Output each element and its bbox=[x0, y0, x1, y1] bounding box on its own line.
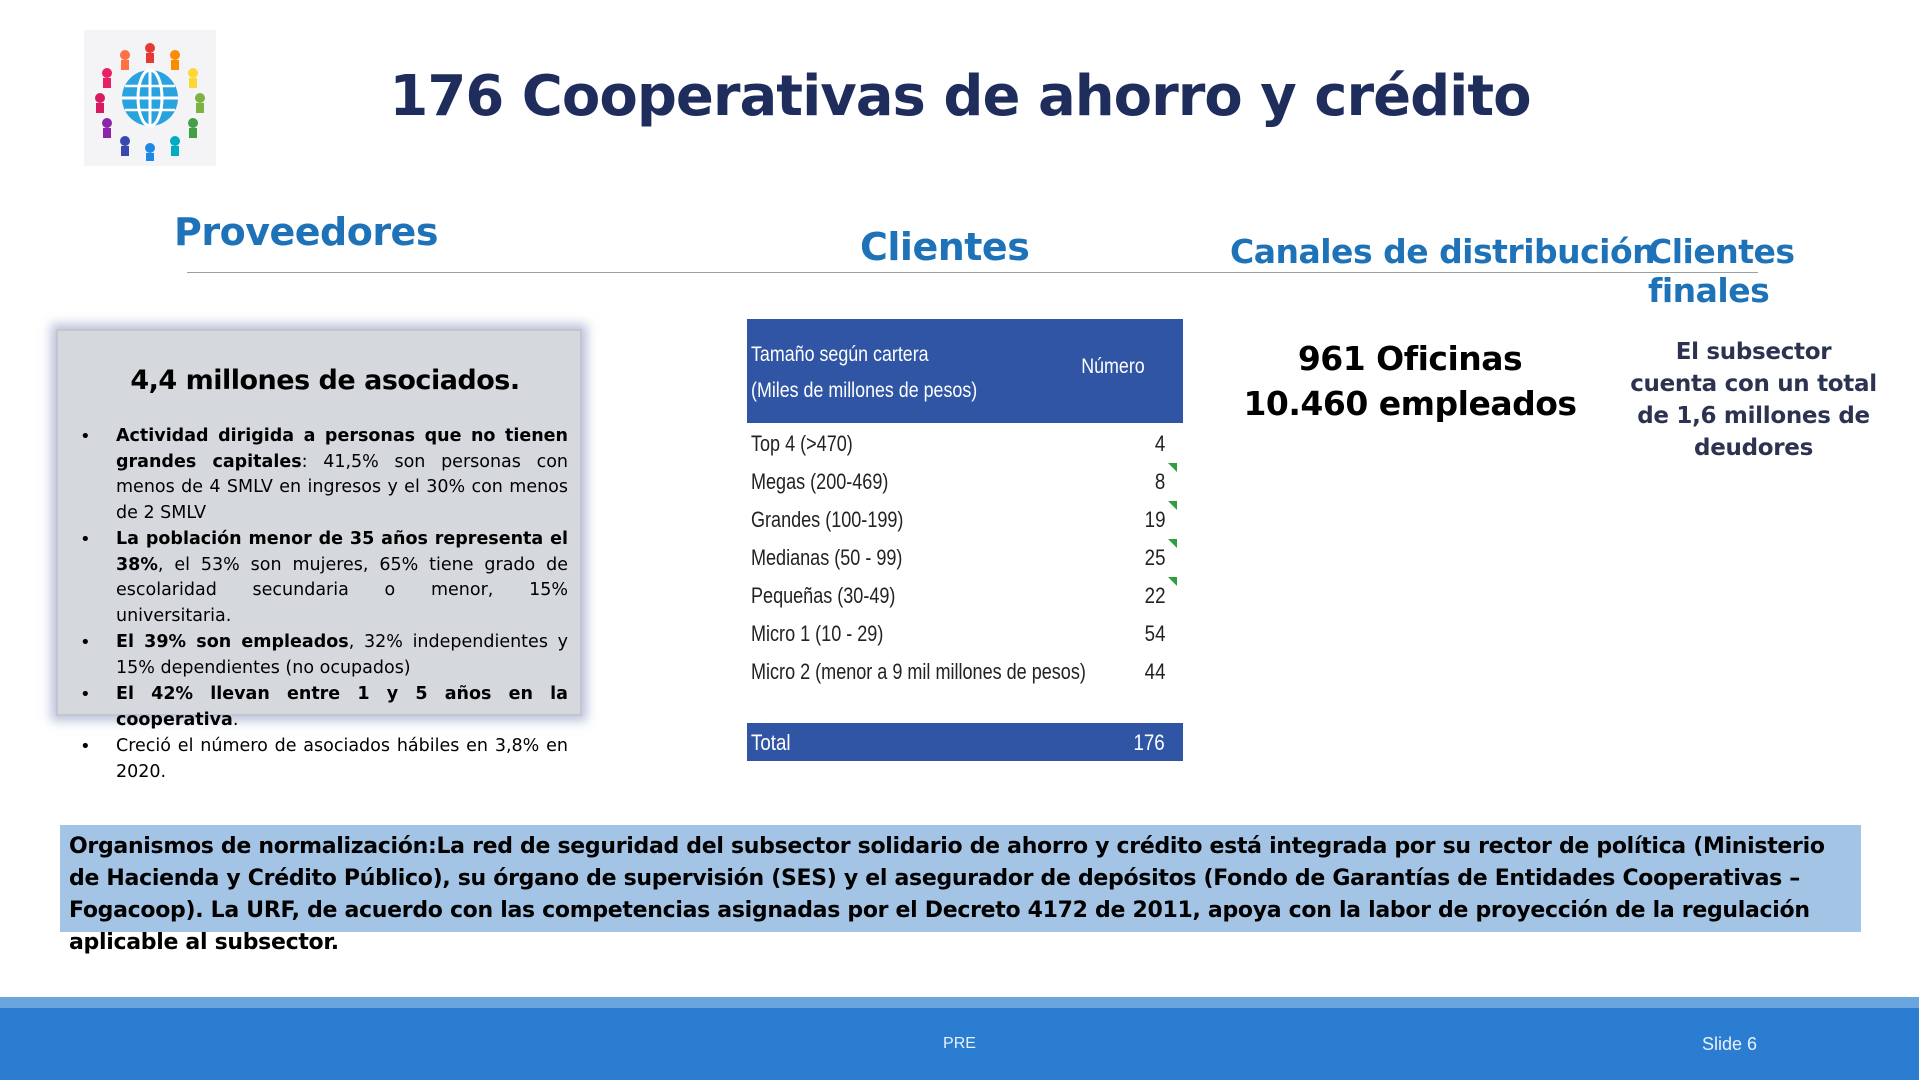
bullet-icon: • bbox=[80, 736, 91, 757]
canales-stats: 961 Oficinas 10.460 empleados bbox=[1230, 336, 1590, 426]
bullet-icon: • bbox=[80, 632, 91, 653]
heading-clientes-finales: Clientes finales bbox=[1648, 232, 1795, 310]
table-row: Micro 2 (menor a 9 mil millones de pesos… bbox=[747, 651, 1183, 689]
heading-clientes: Clientes bbox=[860, 225, 1030, 269]
header-col-size-line2: (Miles de millones de pesos) bbox=[751, 379, 978, 402]
item-bold-text: El 39% son empleados bbox=[116, 632, 349, 652]
table-row: Grandes (100-199) 19 bbox=[747, 499, 1183, 537]
row-value: 54 bbox=[1144, 621, 1165, 646]
header-divider bbox=[187, 272, 1758, 273]
table-row: Megas (200-469) 8 bbox=[747, 461, 1183, 499]
page-title: 176 Cooperativas de ahorro y crédito bbox=[389, 64, 1531, 129]
table-total-row: Total 176 bbox=[747, 723, 1183, 761]
heading-canales: Canales de distribución bbox=[1230, 232, 1656, 271]
row-label: Top 4 (>470) bbox=[751, 431, 853, 456]
employees-count: 10.460 empleados bbox=[1243, 384, 1577, 423]
row-label: Megas (200-469) bbox=[751, 469, 889, 494]
footer-bar: PRE Slide 6 bbox=[0, 1008, 1919, 1080]
row-value: 4 bbox=[1154, 431, 1165, 456]
comment-flag-icon bbox=[1168, 539, 1177, 548]
header-col-size-line1: Tamaño según cartera bbox=[751, 343, 929, 366]
total-value: 176 bbox=[1133, 730, 1165, 755]
row-label: Micro 1 (10 - 29) bbox=[751, 621, 884, 646]
proveedores-heading: 4,4 millones de asociados. bbox=[130, 365, 520, 396]
list-item: • La población menor de 35 años represent… bbox=[70, 527, 568, 629]
list-item: • Creció el número de asociados hábiles e… bbox=[70, 734, 568, 785]
proveedores-card: 4,4 millones de asociados. • Actividad di… bbox=[56, 329, 582, 782]
footer-center-text: PRE bbox=[943, 1035, 976, 1052]
list-item: • Actividad dirigida a personas que no ti… bbox=[70, 424, 568, 526]
bullet-icon: • bbox=[80, 684, 91, 705]
item-text: Creció el número de asociados hábiles en… bbox=[116, 736, 568, 782]
table-header: Tamaño según cartera (Miles de millones … bbox=[747, 319, 1183, 423]
table-row: Micro 1 (10 - 29) 54 bbox=[747, 613, 1183, 651]
total-label: Total bbox=[751, 730, 791, 755]
item-text: . bbox=[232, 709, 239, 730]
header-col-size: Tamaño según cartera (Miles de millones … bbox=[751, 337, 977, 409]
clientes-finales-text: El subsector cuenta con un total de 1,6 … bbox=[1630, 339, 1877, 461]
footer-strip bbox=[0, 997, 1919, 1008]
table-row: Top 4 (>470) 4 bbox=[747, 423, 1183, 461]
header-col-number: Número bbox=[1081, 355, 1145, 378]
comment-flag-icon bbox=[1168, 501, 1177, 510]
offices-count: 961 Oficinas bbox=[1297, 339, 1523, 378]
row-label: Grandes (100-199) bbox=[751, 507, 904, 532]
list-item: • El 39% son empleados, 32% independiente… bbox=[70, 630, 568, 681]
comment-flag-icon bbox=[1168, 463, 1177, 472]
regulation-box: Organismos de normalización:La red de se… bbox=[60, 825, 1861, 955]
item-text: , el 53% son mujeres, 65% tiene grado de… bbox=[116, 554, 568, 626]
proveedores-list: • Actividad dirigida a personas que no ti… bbox=[70, 424, 568, 785]
clientes-table: Tamaño según cartera (Miles de millones … bbox=[747, 319, 1183, 761]
row-value: 22 bbox=[1144, 583, 1165, 608]
heading-proveedores: Proveedores bbox=[174, 210, 438, 254]
bullet-icon: • bbox=[80, 529, 91, 550]
list-item: • El 42% llevan entre 1 y 5 años en la co… bbox=[70, 682, 568, 733]
row-value: 44 bbox=[1144, 659, 1165, 684]
row-value: 25 bbox=[1144, 545, 1165, 570]
row-label: Micro 2 (menor a 9 mil millones de pesos… bbox=[751, 659, 1086, 684]
table-row: Medianas (50 - 99) 25 bbox=[747, 537, 1183, 575]
table-row: Pequeñas (30-49) 22 bbox=[747, 575, 1183, 613]
item-bold-text: El 42% llevan entre 1 y 5 años en la coo… bbox=[116, 684, 568, 730]
row-label: Pequeñas (30-49) bbox=[751, 583, 896, 608]
bullet-icon: • bbox=[80, 426, 91, 447]
row-label: Medianas (50 - 99) bbox=[751, 545, 903, 570]
globe-people-logo bbox=[84, 30, 216, 166]
comment-flag-icon bbox=[1168, 577, 1177, 586]
slide-number: Slide 6 bbox=[1701, 1034, 1757, 1054]
row-value: 8 bbox=[1154, 469, 1165, 494]
row-value: 19 bbox=[1144, 507, 1165, 532]
